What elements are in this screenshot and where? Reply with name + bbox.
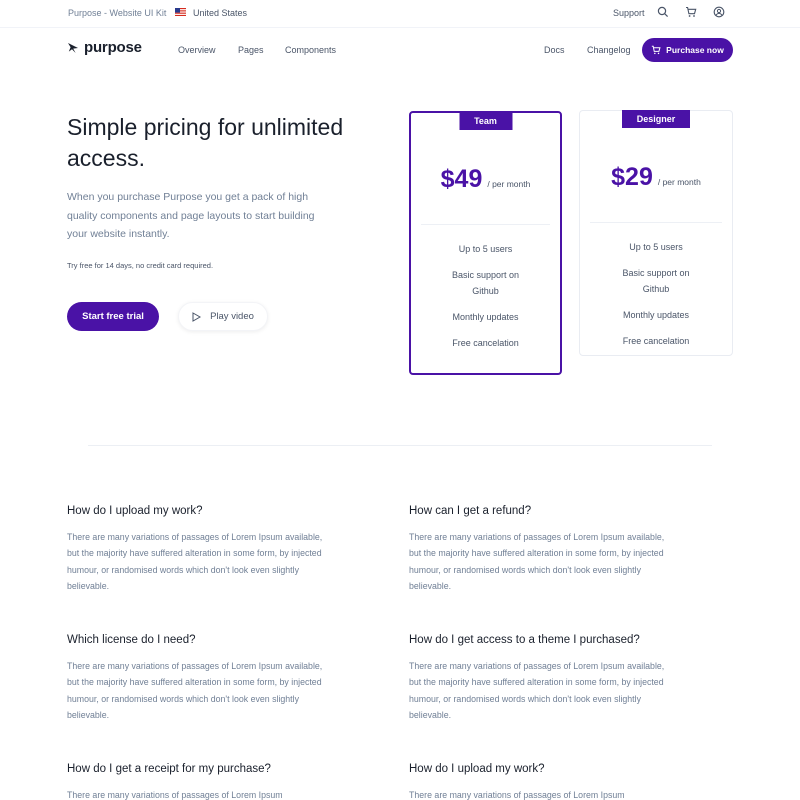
section-divider <box>88 445 712 446</box>
nav-link-changelog[interactable]: Changelog <box>587 45 631 55</box>
faq-answer: There are many variations of passages of… <box>67 790 283 800</box>
logo[interactable]: purpose <box>84 39 142 56</box>
nav-link-components[interactable]: Components <box>285 45 336 55</box>
purchase-now-label: Purchase now <box>666 45 724 55</box>
plan-period: / per month <box>487 179 531 189</box>
faq-answer: There are many variations of passages of… <box>67 661 323 721</box>
faq-answer: There are many variations of passages of… <box>67 532 323 592</box>
search-icon[interactable] <box>657 6 669 18</box>
feature-list: Up to 5 users Basic support on Github Mo… <box>411 241 560 361</box>
price-row: $29 / per month <box>580 163 732 192</box>
faq-item: How do I upload my work? There are many … <box>409 761 674 800</box>
plan-price: $29 <box>611 163 653 191</box>
feature-item: Free cancelation <box>622 336 690 346</box>
faq-item: How do I get access to a theme I purchas… <box>409 632 674 724</box>
feature-item: Monthly updates <box>452 312 519 322</box>
faq-item: How do I upload my work? There are many … <box>67 503 332 595</box>
logo-icon[interactable] <box>67 42 79 54</box>
start-free-trial-button[interactable]: Start free trial <box>67 302 159 331</box>
feature-list: Up to 5 users Basic support on Github Mo… <box>580 239 732 359</box>
top-bar: Purpose - Website UI Kit United States S… <box>0 0 800 28</box>
plan-name-badge: Designer <box>622 110 690 128</box>
faq-question: How do I get a receipt for my purchase? <box>67 763 271 775</box>
feature-item: Up to 5 users <box>629 242 683 252</box>
kit-label[interactable]: Purpose - Website UI Kit <box>68 8 166 18</box>
plan-price: $49 <box>440 165 483 193</box>
play-icon <box>192 311 202 322</box>
country-selector[interactable]: United States <box>193 8 247 18</box>
page-title: Simple pricing for unlimited access. <box>67 114 344 171</box>
feature-item: Free cancelation <box>452 338 519 348</box>
faq-question: How do I upload my work? <box>67 505 203 517</box>
feature-item: Monthly updates <box>622 310 690 320</box>
nav-link-docs[interactable]: Docs <box>544 45 565 55</box>
cart-icon <box>652 45 661 55</box>
plan-name-badge: Team <box>459 112 512 130</box>
trial-note: Try free for 14 days, no credit card req… <box>67 261 214 270</box>
nav-link-pages[interactable]: Pages <box>238 45 264 55</box>
faq-question: How can I get a refund? <box>409 505 532 517</box>
pricing-card-team[interactable]: Team $49 / per month Up to 5 users Basic… <box>409 111 562 375</box>
price-row: $49 / per month <box>411 165 560 194</box>
play-video-label: Play video <box>210 311 254 322</box>
play-video-button[interactable]: Play video <box>178 302 268 331</box>
faq-answer: There are many variations of passages of… <box>409 661 665 721</box>
faq-item: Which license do I need? There are many … <box>67 632 332 724</box>
card-divider <box>590 222 722 223</box>
hero-description: When you purchase Purpose you get a pack… <box>67 191 315 240</box>
pricing-card-designer[interactable]: Designer $29 / per month Up to 5 users B… <box>579 110 733 356</box>
faq-answer: There are many variations of passages of… <box>409 790 625 800</box>
card-divider <box>421 224 550 225</box>
user-circle-icon[interactable] <box>713 6 725 18</box>
cart-icon[interactable] <box>685 6 697 18</box>
faq-question: How do I get access to a theme I purchas… <box>409 634 640 646</box>
purchase-now-button[interactable]: Purchase now <box>642 38 733 62</box>
feature-item: Basic support on Github <box>622 268 690 294</box>
support-link[interactable]: Support <box>613 8 645 18</box>
nav-link-overview[interactable]: Overview <box>178 45 216 55</box>
faq-question: Which license do I need? <box>67 634 196 646</box>
feature-item: Up to 5 users <box>458 244 513 254</box>
plan-period: / per month <box>657 177 701 187</box>
us-flag-icon[interactable] <box>175 8 186 16</box>
faq-item: How do I get a receipt for my purchase? … <box>67 761 332 800</box>
main-nav: purpose Overview Pages Components Docs C… <box>0 28 800 72</box>
faq-question: How do I upload my work? <box>409 763 545 775</box>
feature-item: Basic support on Github <box>451 270 520 296</box>
faq-answer: There are many variations of passages of… <box>409 532 665 592</box>
faq-item: How can I get a refund? There are many v… <box>409 503 674 595</box>
